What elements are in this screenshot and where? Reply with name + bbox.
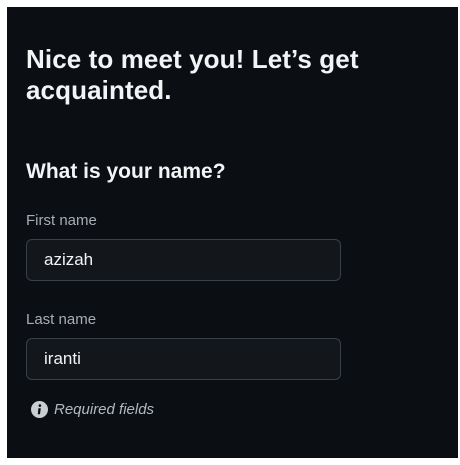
first-name-input[interactable] [26, 239, 341, 281]
required-fields-note: Required fields [31, 401, 154, 418]
last-name-label: Last name [26, 311, 97, 328]
info-icon [31, 401, 48, 418]
last-name-input[interactable] [26, 338, 341, 380]
required-fields-text: Required fields [54, 401, 155, 418]
name-form-panel: Nice to meet you! Let’s get acquainted. … [7, 7, 458, 458]
page-heading: Nice to meet you! Let’s get acquainted. [26, 44, 359, 105]
first-name-label: First name [26, 212, 97, 229]
name-question: What is your name? [26, 160, 226, 183]
